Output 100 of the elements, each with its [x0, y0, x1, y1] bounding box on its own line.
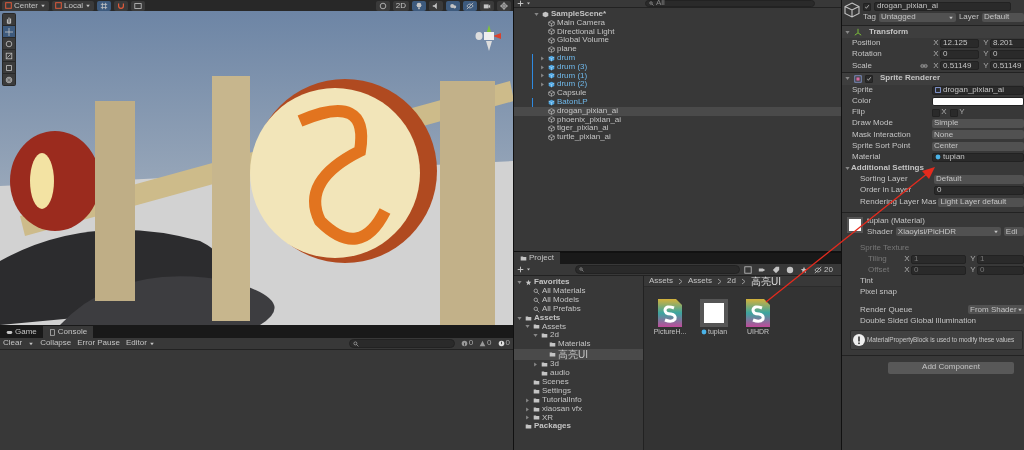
panel-tab[interactable]: Game [0, 326, 43, 338]
hidden-packages-toggle[interactable]: 20 [812, 264, 835, 275]
checkbox[interactable] [863, 2, 871, 11]
search-field[interactable]: All [645, 0, 815, 7]
hierarchy-item[interactable]: Directional Light [514, 27, 841, 37]
number-field[interactable]: 12.125 [940, 39, 979, 49]
hand-tool[interactable] [3, 14, 15, 25]
tree-item[interactable]: XR [514, 413, 643, 423]
hierarchy-item[interactable]: drum (1) [514, 71, 841, 81]
hierarchy-item[interactable]: Global Volume [514, 36, 841, 46]
tree-item[interactable]: xiaosan vfx [514, 404, 643, 414]
tree-item[interactable]: Settings [514, 386, 643, 396]
link-icon[interactable] [920, 61, 928, 70]
number-field[interactable]: 0.51149 [990, 61, 1024, 71]
hierarchy-item[interactable]: Capsule [514, 89, 841, 98]
tree-item[interactable]: All Materials [514, 286, 643, 296]
visibility-toggle[interactable] [463, 0, 477, 11]
tree-item[interactable]: Assets [514, 322, 643, 332]
tree-item[interactable]: Scenes [514, 377, 643, 387]
tree-item[interactable]: Assets [514, 313, 643, 323]
breadcrumb-link[interactable]: 2d [725, 275, 738, 287]
hierarchy-item[interactable]: BatonLP [514, 97, 841, 107]
panel-tab[interactable]: Console [42, 326, 94, 338]
effects-toggle[interactable] [446, 0, 460, 11]
hierarchy-item[interactable]: drum (3) [514, 62, 841, 72]
shader-dropdown[interactable]: Xiaoyisi/PicHDR [895, 227, 1001, 237]
checkbox[interactable] [865, 74, 873, 83]
camera-toggle[interactable] [480, 0, 494, 11]
rotate-tool[interactable] [3, 38, 15, 49]
name-field[interactable]: drogan_pixian_ai [874, 2, 1011, 11]
dropdown[interactable]: Simple [932, 119, 1024, 129]
filter-button[interactable] [784, 264, 796, 275]
scale-tool[interactable] [3, 50, 15, 61]
filter-button[interactable] [742, 264, 754, 275]
snap-toggle[interactable] [114, 0, 129, 11]
search-field[interactable] [575, 265, 740, 274]
audio-toggle[interactable] [429, 0, 443, 11]
pivot-dropdown[interactable]: Center [2, 0, 49, 11]
breadcrumb-link[interactable]: 高亮UI [748, 275, 783, 287]
clear-button[interactable]: Clear [1, 338, 25, 349]
layer-dropdown[interactable]: Default [981, 13, 1024, 22]
grid-toggle[interactable] [97, 0, 112, 11]
hierarchy-item[interactable]: tiger_pixian_ai [514, 124, 841, 134]
dropdown[interactable]: None [932, 130, 1024, 140]
rect-tool[interactable] [3, 62, 15, 73]
tag-dropdown[interactable]: Untagged [878, 13, 956, 22]
breadcrumb-link[interactable]: Assets [647, 275, 675, 287]
tree-item[interactable]: Packages [514, 422, 643, 432]
number-field[interactable]: 8.201 [990, 39, 1024, 49]
hierarchy-item[interactable]: Main Camera [514, 18, 841, 28]
hierarchy-item[interactable]: plane [514, 45, 841, 54]
hierarchy-item[interactable]: turtle_pixian_ai [514, 133, 841, 142]
collapse-toggle[interactable]: Collapse [38, 338, 74, 349]
render-queue-dropdown[interactable]: From Shader [968, 305, 1024, 315]
dropdown[interactable]: Default [934, 175, 1024, 185]
lighting-toggle[interactable] [412, 0, 426, 11]
chevron-icon [740, 277, 746, 285]
number-field[interactable]: 0 [940, 50, 979, 60]
number-field[interactable]: 0 [934, 186, 1024, 196]
transform-tool[interactable] [3, 74, 15, 85]
hierarchy-item[interactable]: phoenix_pixian_ai [514, 115, 841, 125]
error-count-toggle[interactable]: 0 [495, 338, 512, 349]
hierarchy-item[interactable]: drum [514, 54, 841, 63]
tree-item[interactable]: All Prefabs [514, 304, 643, 314]
tree-item[interactable]: Materials [514, 340, 643, 350]
editor-dropdown[interactable]: Editor [123, 338, 157, 349]
tree-item[interactable]: audio [514, 369, 643, 378]
hierarchy-item[interactable]: drum (2) [514, 80, 841, 90]
tree-item[interactable]: Favorites [514, 278, 643, 287]
tree-item[interactable]: 2d [514, 331, 643, 341]
dropdown[interactable]: Center [932, 141, 1024, 151]
breadcrumb-link[interactable]: Assets [686, 275, 715, 287]
foldout-header[interactable]: Additional Settings [842, 162, 1024, 175]
search-field[interactable] [348, 339, 455, 348]
move-tool[interactable] [3, 26, 15, 37]
filter-button[interactable] [770, 264, 782, 275]
shading-toggle[interactable] [375, 0, 390, 11]
eye-icon [466, 1, 474, 10]
edit-button[interactable]: Edi [1003, 227, 1024, 237]
object-field[interactable]: drogan_pixian_ai [932, 85, 1024, 95]
tree-item[interactable]: TutorialInfo [514, 395, 643, 405]
add-component-button[interactable]: Add Component [888, 361, 1014, 374]
hierarchy-item[interactable]: drogan_pixian_ai [514, 106, 841, 116]
number-field[interactable]: 0 [990, 50, 1024, 60]
gizmos-toggle[interactable] [497, 0, 511, 11]
color-field[interactable] [932, 96, 1024, 106]
tree-item[interactable]: 3d [514, 360, 643, 369]
warning-count-toggle[interactable]: 0 [477, 338, 494, 349]
2d-toggle[interactable]: 2D [392, 0, 409, 11]
space-dropdown[interactable]: Local [52, 0, 95, 11]
scene-header[interactable]: SampleScene* [514, 10, 841, 19]
dropdown[interactable]: Light Layer default [938, 197, 1024, 207]
tree-item[interactable]: 高亮UI [514, 349, 643, 361]
number-field[interactable]: 0.51149 [940, 61, 979, 71]
tree-item[interactable]: All Models [514, 295, 643, 305]
object-field[interactable]: tupian [932, 152, 1024, 162]
increment-toggle[interactable] [131, 0, 146, 11]
error-pause-toggle[interactable]: Error Pause [75, 338, 122, 349]
info-count-toggle[interactable]: 0 [458, 338, 476, 349]
panel-tab[interactable]: Project [514, 252, 560, 264]
